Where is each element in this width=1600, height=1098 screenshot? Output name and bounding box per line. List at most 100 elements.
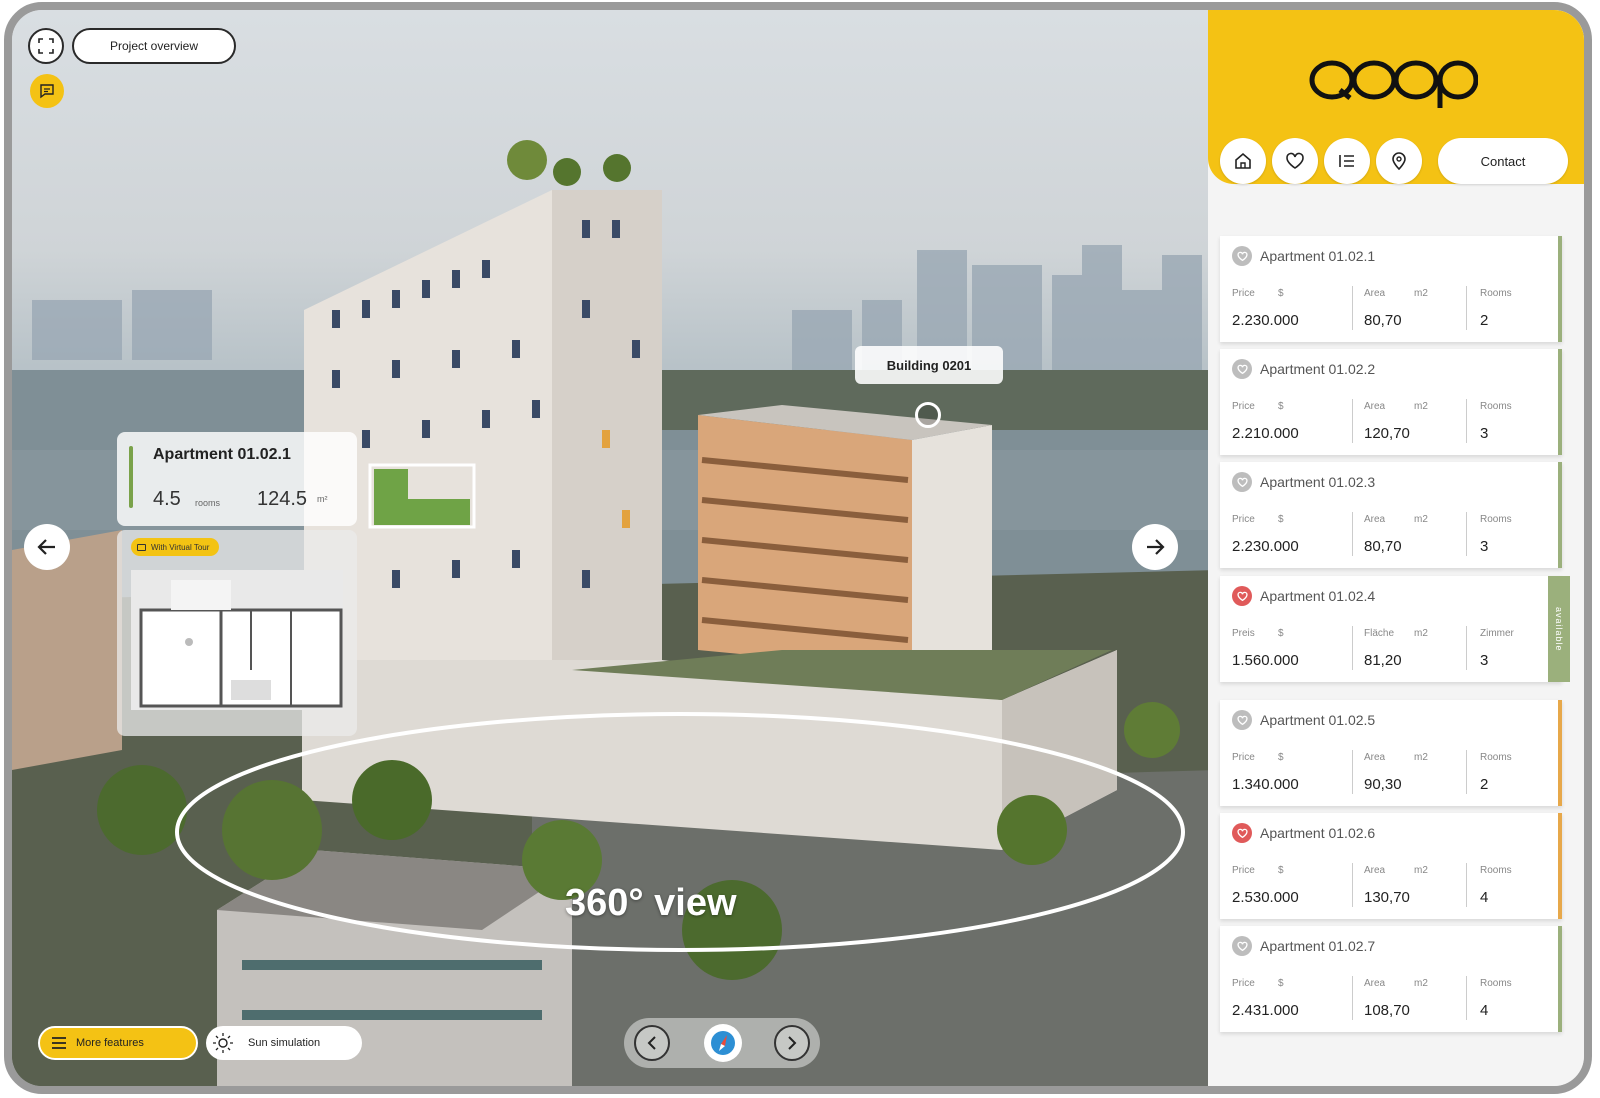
- divider: [1466, 976, 1467, 1020]
- building-label[interactable]: Building 0201: [855, 346, 1003, 384]
- camera-icon: [137, 543, 146, 551]
- area-value: 120,70: [1364, 425, 1410, 442]
- sidebar-footer: Datenschutz & Impressum POWERED BY QOOP: [1228, 1086, 1568, 1094]
- rooms-value: 3: [1480, 425, 1489, 442]
- more-features-label: More features: [76, 1037, 144, 1049]
- apartment-name: Apartment 01.02.7: [1260, 938, 1376, 954]
- price-value: 2.230.000: [1232, 538, 1299, 555]
- price-value: 2.431.000: [1232, 1002, 1299, 1019]
- rooms-unit: rooms: [195, 498, 221, 508]
- area-value: 81,20: [1364, 652, 1402, 669]
- divider: [1466, 512, 1467, 556]
- apartment-title: Apartment 01.02.1: [153, 446, 291, 463]
- price-value: 2.210.000: [1232, 425, 1299, 442]
- rooms-value: 3: [1480, 652, 1489, 669]
- area-unit: m2: [1414, 288, 1428, 299]
- apartment-name: Apartment 01.02.6: [1260, 825, 1376, 841]
- location-pin-icon[interactable]: [1376, 138, 1422, 184]
- price-label: Price: [1232, 865, 1255, 876]
- status-edge: [1558, 462, 1562, 568]
- fullscreen-icon[interactable]: [28, 28, 64, 64]
- status-edge: [1558, 236, 1562, 342]
- area-unit: m2: [1414, 514, 1428, 525]
- rotate-right-icon[interactable]: [774, 1025, 810, 1061]
- apartment-card[interactable]: Apartment 01.02.5 Price $1.340.000 Area m2 90…: [1220, 700, 1562, 806]
- list-icon[interactable]: [1324, 138, 1370, 184]
- price-label: Price: [1232, 288, 1255, 299]
- building-3d-view[interactable]: Project overview Building 0201 Apartment…: [12, 10, 1218, 1086]
- rotate-left-icon[interactable]: [634, 1025, 670, 1061]
- favorite-heart-icon[interactable]: [1232, 586, 1252, 606]
- area-unit: m2: [1414, 628, 1428, 639]
- area-label: Area: [1364, 865, 1386, 876]
- qoop-logo[interactable]: [1308, 50, 1478, 110]
- apartment-card[interactable]: Apartment 01.02.6 Price $2.530.000 Area m2 13…: [1220, 813, 1562, 919]
- sun-simulation-button[interactable]: Sun simulation: [206, 1026, 362, 1060]
- price-unit: $: [1278, 514, 1284, 525]
- apartment-card[interactable]: Apartment 01.02.7 Price $2.431.000 Area m2 10…: [1220, 926, 1562, 1032]
- apartment-card[interactable]: Apartment 01.02.2 Price $2.210.000 Area m2 12…: [1220, 349, 1562, 455]
- price-value: 2.530.000: [1232, 889, 1299, 906]
- price-unit: $: [1278, 978, 1284, 989]
- favorite-heart-icon[interactable]: [1232, 936, 1252, 956]
- apartment-info-card[interactable]: Apartment 01.02.1 4.5 rooms 124.5 m²: [117, 432, 357, 526]
- price-value: 1.340.000: [1232, 776, 1299, 793]
- arrow-left-icon[interactable]: [24, 524, 70, 570]
- floorplan-card[interactable]: With Virtual Tour: [117, 530, 357, 736]
- project-overview-button[interactable]: Project overview: [72, 28, 236, 64]
- status-edge: [1558, 926, 1562, 1032]
- favorite-heart-icon[interactable]: [1232, 359, 1252, 379]
- rooms-value: 4.5: [153, 488, 181, 510]
- price-label: Price: [1232, 978, 1255, 989]
- view-360-label[interactable]: 360° view: [565, 882, 737, 925]
- rooms-value: 2: [1480, 776, 1489, 793]
- privacy-link[interactable]: Datenschutz & Impressum: [1228, 1086, 1322, 1094]
- price-unit: $: [1278, 865, 1284, 876]
- price-value: 2.230.000: [1232, 312, 1299, 329]
- app-frame: Project overview Building 0201 Apartment…: [4, 2, 1592, 1094]
- area-value: 80,70: [1364, 538, 1402, 555]
- area-value: 124.5: [257, 488, 308, 510]
- favorite-heart-icon[interactable]: [1232, 710, 1252, 730]
- area-unit: m2: [1414, 865, 1428, 876]
- rooms-value: 4: [1480, 889, 1489, 906]
- area-label: Area: [1364, 288, 1386, 299]
- favorite-heart-icon[interactable]: [1232, 246, 1252, 266]
- status-bar: [129, 446, 133, 508]
- rooms-value: 2: [1480, 312, 1489, 329]
- divider: [1352, 286, 1353, 330]
- contact-button[interactable]: Contact: [1438, 138, 1568, 184]
- area-value: 130,70: [1364, 889, 1410, 906]
- compass-icon[interactable]: [704, 1024, 742, 1062]
- area-label: Area: [1364, 514, 1386, 525]
- availability-tab[interactable]: available: [1548, 576, 1570, 682]
- divider: [1352, 863, 1353, 907]
- rooms-label: Rooms: [1480, 288, 1512, 299]
- chat-icon[interactable]: [30, 74, 64, 108]
- home-icon[interactable]: [1220, 138, 1266, 184]
- apartment-card[interactable]: Apartment 01.02.3 Price $2.230.000 Area m2 80…: [1220, 462, 1562, 568]
- rooms-label: Rooms: [1480, 865, 1512, 876]
- favorite-heart-icon[interactable]: [1232, 472, 1252, 492]
- area-unit: m2: [1414, 978, 1428, 989]
- rooms-label: Rooms: [1480, 401, 1512, 412]
- arrow-right-icon[interactable]: [1132, 524, 1178, 570]
- divider: [1352, 399, 1353, 443]
- powered-by: POWERED BY QOOP: [1487, 1086, 1568, 1094]
- area-label: Area: [1364, 401, 1386, 412]
- heart-icon[interactable]: [1272, 138, 1318, 184]
- divider: [1466, 863, 1467, 907]
- favorite-heart-icon[interactable]: [1232, 823, 1252, 843]
- more-features-button[interactable]: More features: [38, 1026, 198, 1060]
- area-unit: m2: [1414, 401, 1428, 412]
- floorplan-image: [131, 570, 343, 710]
- virtual-tour-badge[interactable]: With Virtual Tour: [131, 538, 220, 556]
- sun-simulation-label: Sun simulation: [248, 1037, 321, 1049]
- building-marker[interactable]: [915, 402, 941, 428]
- area-label: Area: [1364, 752, 1386, 763]
- apartment-name: Apartment 01.02.2: [1260, 361, 1376, 377]
- apartment-card[interactable]: Apartment 01.02.1 Price $2.230.000 Area m2 80…: [1220, 236, 1562, 342]
- price-label: Preis: [1232, 628, 1255, 639]
- apartment-card[interactable]: Apartment 01.02.4 Preis $1.560.000 Fläche m2…: [1220, 576, 1570, 682]
- price-value: 1.560.000: [1232, 652, 1299, 669]
